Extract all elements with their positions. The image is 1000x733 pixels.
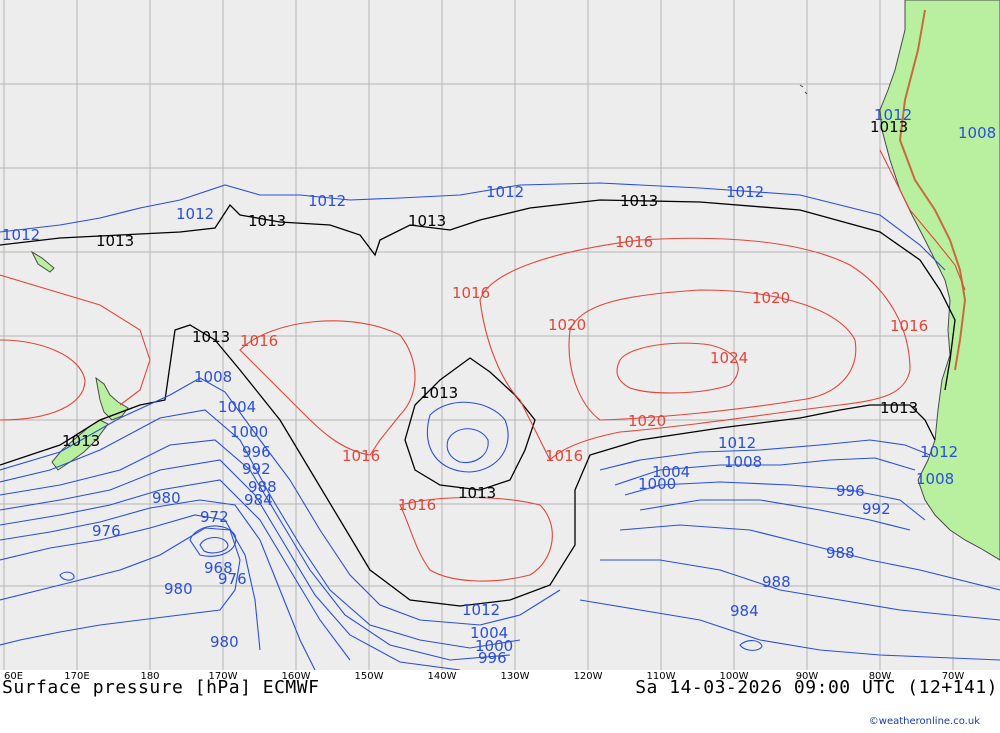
- isobar-label: 988: [762, 573, 791, 591]
- isobar-label: 996: [242, 443, 271, 461]
- isobar-label: 976: [218, 570, 247, 588]
- isobar-label: 1012: [920, 443, 958, 461]
- isobar-label: 972: [200, 508, 229, 526]
- isobar-label: 1008: [724, 453, 762, 471]
- isobar-label: 1008: [194, 368, 232, 386]
- lon-label: 140W: [427, 671, 457, 682]
- galapagos: [799, 84, 808, 95]
- isobar-label: 1013: [62, 432, 100, 450]
- isobar-label: 1012: [486, 183, 524, 201]
- isobar-label: 1020: [548, 316, 586, 334]
- isobar-label-group: 1012 1013 1012 1013 1012 1013 1012 1013 …: [2, 106, 996, 667]
- isobar-label: 1024: [710, 349, 748, 367]
- isobar-label: 1000: [638, 475, 676, 493]
- lon-label: 130W: [500, 671, 530, 682]
- isobar-label: 1016: [615, 233, 653, 251]
- isobar-label: 1012: [308, 192, 346, 210]
- isobar-label: 1008: [958, 124, 996, 142]
- isobar-label: 976: [92, 522, 121, 540]
- isobar-label: 1016: [890, 317, 928, 335]
- isobars-high: [0, 149, 966, 582]
- isobar-label: 1012: [718, 434, 756, 452]
- isobar-label: 1020: [752, 289, 790, 307]
- isobar-label: 988: [826, 544, 855, 562]
- isobar-label: 1004: [218, 398, 256, 416]
- isobar-label: 1013: [420, 384, 458, 402]
- valid-time: Sa 14-03-2026 09:00 UTC (12+141): [635, 677, 998, 698]
- isobar-label: 1008: [916, 470, 954, 488]
- credit-link[interactable]: ©weatheronline.co.uk: [869, 716, 980, 727]
- isobar-label: 980: [152, 489, 181, 507]
- isobar-label: 1016: [545, 447, 583, 465]
- isobar-label: 1013: [458, 484, 496, 502]
- isobar-label: 996: [836, 482, 865, 500]
- isobar-label: 1016: [342, 447, 380, 465]
- isobar-label: 1013: [880, 399, 918, 417]
- isobar-label: 996: [478, 649, 507, 667]
- isobar-label: 1012: [2, 226, 40, 244]
- pressure-map: 1012 1013 1012 1013 1012 1013 1012 1013 …: [0, 0, 1000, 670]
- isobar-label: 1016: [240, 332, 278, 350]
- isobar-label: 980: [164, 580, 193, 598]
- isobar-label: 1013: [620, 192, 658, 210]
- isobar-label: 1013: [192, 328, 230, 346]
- isobar-label: 1000: [230, 423, 268, 441]
- isobar-label: 1013: [96, 232, 134, 250]
- isobar-label: 1012: [176, 205, 214, 223]
- isobar-label: 1013: [408, 212, 446, 230]
- isobar-label: 984: [244, 491, 273, 509]
- isobar-label: 1012: [874, 106, 912, 124]
- isobar-label: 1016: [398, 496, 436, 514]
- new-zealand-north-island: [95, 376, 129, 421]
- map-canvas: 1012 1013 1012 1013 1012 1013 1012 1013 …: [0, 0, 1000, 670]
- lon-label: 150W: [354, 671, 384, 682]
- isobar-label: 980: [210, 633, 239, 651]
- map-title: Surface pressure [hPa] ECMWF: [2, 677, 320, 698]
- graticule: [0, 0, 1000, 670]
- isobar-label: 992: [242, 460, 271, 478]
- new-caledonia: [30, 250, 55, 273]
- isobar-label: 1012: [726, 183, 764, 201]
- isobar-label: 984: [730, 602, 759, 620]
- isobar-label: 992: [862, 500, 891, 518]
- isobar-label: 1016: [452, 284, 490, 302]
- lon-label: 120W: [573, 671, 603, 682]
- isobar-label: 1020: [628, 412, 666, 430]
- isobar-label: 1013: [248, 212, 286, 230]
- isobar-label: 1012: [462, 601, 500, 619]
